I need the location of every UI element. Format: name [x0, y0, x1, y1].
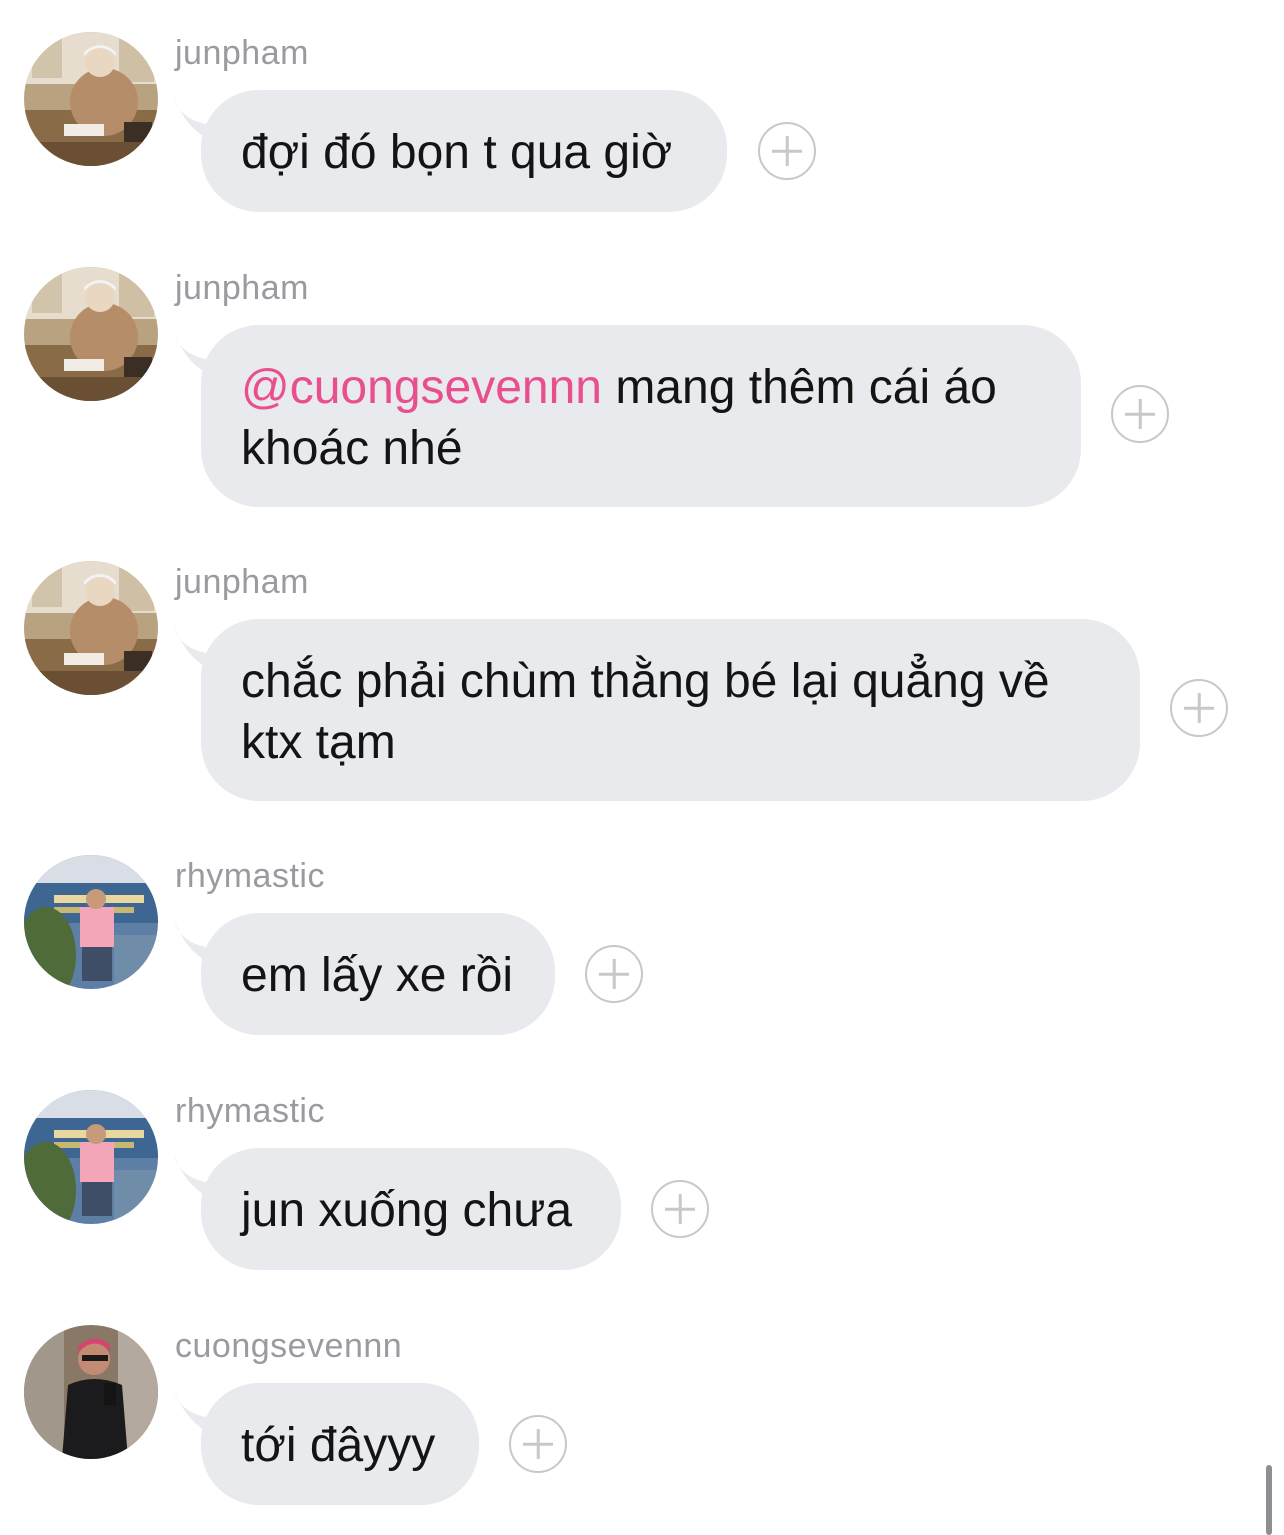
message-bubble[interactable]: em lấy xe rồi: [201, 913, 555, 1035]
mention-link[interactable]: @cuongsevennn: [241, 361, 602, 414]
message-text-line: @cuongsevennn mang thêm cái áo: [241, 357, 1041, 418]
scrollbar[interactable]: [1266, 1465, 1272, 1535]
avatar[interactable]: [24, 1325, 158, 1459]
add-reaction-icon[interactable]: [651, 1180, 709, 1238]
add-reaction-icon[interactable]: [1111, 385, 1169, 443]
message-bubble[interactable]: đợi đó bọn t qua giờ: [201, 90, 727, 212]
message-bubble[interactable]: chắc phải chùm thằng bé lại quẳng về ktx…: [201, 619, 1140, 801]
avatar[interactable]: [24, 855, 158, 989]
message-text: em lấy xe rồi: [241, 949, 514, 1002]
message-bubble[interactable]: @cuongsevennn mang thêm cái áo khoác nhé: [201, 325, 1081, 507]
sender-name: junpham: [175, 34, 309, 72]
sender-name: junpham: [175, 563, 309, 601]
message-bubble[interactable]: tới đâyyy: [201, 1383, 479, 1505]
message-text-line: ktx tạm: [241, 716, 396, 769]
message-text-line: khoác nhé: [241, 422, 463, 475]
sender-name: cuongsevennn: [175, 1327, 403, 1365]
message-text: tới đâyyy: [241, 1419, 436, 1472]
message-bubble[interactable]: jun xuống chưa: [201, 1148, 621, 1270]
avatar[interactable]: [24, 32, 158, 166]
avatar[interactable]: [24, 1090, 158, 1224]
sender-name: rhymastic: [175, 1092, 325, 1130]
message-text: mang thêm cái áo: [601, 361, 997, 414]
add-reaction-icon[interactable]: [509, 1415, 567, 1473]
message-text: đợi đó bọn t qua giờ: [241, 126, 673, 179]
sender-name: rhymastic: [175, 857, 325, 895]
add-reaction-icon[interactable]: [585, 945, 643, 1003]
avatar[interactable]: [24, 267, 158, 401]
add-reaction-icon[interactable]: [1170, 679, 1228, 737]
avatar[interactable]: [24, 561, 158, 695]
message-text-line: chắc phải chùm thằng bé lại quẳng về: [241, 655, 1050, 708]
message-text: jun xuống chưa: [241, 1184, 573, 1237]
sender-name: junpham: [175, 269, 309, 307]
add-reaction-icon[interactable]: [758, 122, 816, 180]
